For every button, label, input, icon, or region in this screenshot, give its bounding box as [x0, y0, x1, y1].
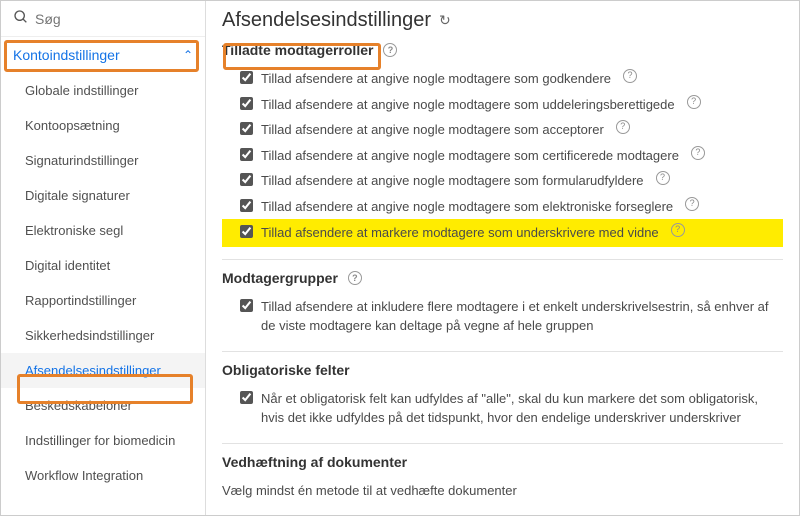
checkbox-row-role[interactable]: Tillad afsendere at angive nogle modtage… — [222, 168, 783, 194]
search-input[interactable] — [35, 11, 193, 27]
refresh-icon[interactable]: ↻ — [439, 12, 451, 29]
checkbox-label: Når et obligatorisk felt kan udfyldes af… — [261, 389, 783, 428]
nav-item[interactable]: Rapportindstillinger — [1, 283, 205, 318]
checkbox[interactable] — [240, 122, 253, 135]
help-icon[interactable]: ? — [623, 69, 637, 83]
checkbox-label: Tillad afsendere at angive nogle modtage… — [261, 171, 644, 191]
checkbox-label: Tillad afsendere at angive nogle modtage… — [261, 197, 673, 217]
checkbox[interactable] — [240, 299, 253, 312]
checkbox[interactable] — [240, 97, 253, 110]
help-icon[interactable]: ? — [616, 120, 630, 134]
help-icon[interactable]: ? — [691, 146, 705, 160]
search-bar[interactable] — [1, 1, 205, 37]
checkbox-row-role[interactable]: Tillad afsendere at angive nogle modtage… — [222, 66, 783, 92]
chevron-up-icon: ⌃ — [183, 48, 193, 62]
checkbox-label: Tillad afsendere at angive nogle modtage… — [261, 120, 604, 140]
checkbox[interactable] — [240, 391, 253, 404]
divider — [222, 443, 783, 444]
checkbox[interactable] — [240, 71, 253, 84]
section-title-roles: Tilladte modtagerroller ? — [222, 42, 783, 58]
nav-item[interactable]: Elektroniske segl — [1, 213, 205, 248]
nav-item[interactable]: Beskedskabeloner — [1, 388, 205, 423]
checkbox-label: Tillad afsendere at angive nogle modtage… — [261, 69, 611, 89]
checkbox-row-role[interactable]: Tillad afsendere at markere modtagere so… — [222, 219, 783, 247]
nav-header-kontoindstillinger[interactable]: Kontoindstillinger ⌃ — [1, 37, 205, 73]
attach-desc: Vælg mindst én metode til at vedhæfte do… — [222, 478, 783, 504]
divider — [222, 351, 783, 352]
help-icon[interactable]: ? — [348, 271, 362, 285]
checkbox-row-groups[interactable]: Tillad afsendere at inkludere flere modt… — [222, 294, 783, 339]
nav-item[interactable]: Globale indstillinger — [1, 73, 205, 108]
checkbox-label: Tillad afsendere at angive nogle modtage… — [261, 95, 675, 115]
help-icon[interactable]: ? — [685, 197, 699, 211]
section-title-mandatory: Obligatoriske felter — [222, 362, 783, 378]
checkbox[interactable] — [240, 199, 253, 212]
help-icon[interactable]: ? — [383, 43, 397, 57]
nav-item[interactable]: Digitale signaturer — [1, 178, 205, 213]
nav-item[interactable]: Indstillinger for biomedicin — [1, 423, 205, 458]
checkbox-row-role[interactable]: Tillad afsendere at angive nogle modtage… — [222, 194, 783, 220]
page-title: Afsendelsesindstillinger ↻ — [222, 9, 783, 32]
nav-item[interactable]: Workflow Integration — [1, 458, 205, 493]
help-icon[interactable]: ? — [656, 171, 670, 185]
help-icon[interactable]: ? — [671, 223, 685, 237]
nav-item[interactable]: Kontoopsætning — [1, 108, 205, 143]
section-title-groups: Modtagergrupper ? — [222, 270, 783, 286]
checkbox-row-role[interactable]: Tillad afsendere at angive nogle modtage… — [222, 143, 783, 169]
checkbox-label: Tillad afsendere at markere modtagere so… — [261, 223, 659, 243]
help-icon[interactable]: ? — [687, 95, 701, 109]
checkbox-label: Tillad afsendere at inkludere flere modt… — [261, 297, 783, 336]
nav-item[interactable]: Afsendelsesindstillinger — [1, 353, 205, 388]
checkbox[interactable] — [240, 148, 253, 161]
section-title-attach: Vedhæftning af dokumenter — [222, 454, 783, 470]
divider — [222, 259, 783, 260]
nav-item[interactable]: Sikkerhedsindstillinger — [1, 318, 205, 353]
nav-item[interactable]: Signaturindstillinger — [1, 143, 205, 178]
nav-header-label: Kontoindstillinger — [13, 47, 120, 63]
checkbox-label: Tillad afsendere at angive nogle modtage… — [261, 146, 679, 166]
checkbox-row-role[interactable]: Tillad afsendere at angive nogle modtage… — [222, 117, 783, 143]
checkbox[interactable] — [240, 225, 253, 238]
checkbox-row-role[interactable]: Tillad afsendere at angive nogle modtage… — [222, 92, 783, 118]
nav-item[interactable]: Digital identitet — [1, 248, 205, 283]
search-icon — [13, 9, 29, 28]
checkbox[interactable] — [240, 173, 253, 186]
checkbox-row-mandatory[interactable]: Når et obligatorisk felt kan udfyldes af… — [222, 386, 783, 431]
